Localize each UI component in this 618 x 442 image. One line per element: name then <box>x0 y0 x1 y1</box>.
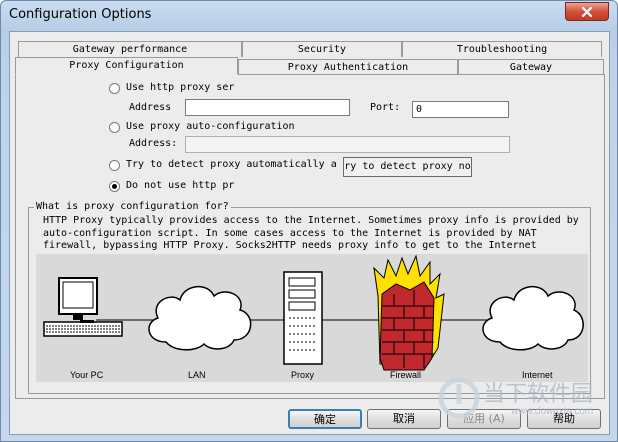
caption-firewall: Firewall <box>390 370 422 380</box>
lan-cloud-icon <box>148 286 252 351</box>
address-input[interactable] <box>185 99 350 116</box>
caption-your-pc: Your PC <box>70 370 104 380</box>
no-proxy-radio[interactable] <box>109 181 120 192</box>
close-button[interactable] <box>565 2 609 21</box>
tab-proxy-authentication[interactable]: Proxy Authentication <box>238 59 458 74</box>
address-label: Address <box>129 102 172 113</box>
auto-config-radio[interactable] <box>109 122 120 133</box>
tab-security[interactable]: Security <box>242 41 402 57</box>
close-icon <box>581 6 593 17</box>
network-diagram: Your PC LAN Proxy Firewall Internet <box>36 254 588 382</box>
watermark-brand: 当下软件园 <box>483 382 594 407</box>
ok-button[interactable]: 确定 <box>288 409 362 429</box>
auto-address-label: Address: <box>129 138 178 149</box>
http-proxy-radio[interactable] <box>109 83 120 94</box>
tab-gateway[interactable]: Gateway <box>458 59 604 74</box>
auto-config-label: Use proxy auto-configuration <box>126 121 295 132</box>
no-proxy-label: Do not use http pr <box>126 180 235 191</box>
tab-gateway-performance[interactable]: Gateway performance <box>18 41 242 57</box>
firewall-icon <box>373 254 445 371</box>
info-description: HTTP Proxy typically provides access to … <box>43 215 588 253</box>
info-group-title: What is proxy configuration for? <box>34 201 231 212</box>
info-line: auto-configuration script. In some cases… <box>43 227 537 239</box>
proxy-server-icon <box>283 271 323 365</box>
dialog-window: Configuration Options Gateway performanc… <box>0 0 618 442</box>
http-proxy-label: Use http proxy ser <box>126 82 235 93</box>
info-line: HTTP Proxy typically provides access to … <box>43 215 579 226</box>
port-input[interactable]: 0 <box>412 101 509 118</box>
caption-lan: LAN <box>188 370 206 380</box>
pc-icon <box>43 277 123 337</box>
detect-proxy-label: Try to detect proxy automatically a <box>126 159 337 170</box>
tab-proxy-configuration[interactable]: Proxy Configuration <box>15 57 238 75</box>
watermark-url: www.downxia.com <box>511 406 594 417</box>
port-label: Port: <box>370 102 401 113</box>
window-title: Configuration Options <box>9 7 152 22</box>
watermark: 当下软件园 www.downxia.com <box>437 374 607 426</box>
detect-proxy-button[interactable]: ry to detect proxy no <box>343 157 472 177</box>
caption-proxy: Proxy <box>291 370 315 380</box>
cancel-button[interactable]: 取消 <box>367 409 441 429</box>
detect-proxy-radio[interactable] <box>109 160 120 171</box>
tab-troubleshooting[interactable]: Troubleshooting <box>402 41 602 57</box>
internet-cloud-icon <box>482 286 584 351</box>
info-line: firewall, bypassing HTTP Proxy. Socks2HT… <box>43 240 537 251</box>
network-diagram-svg <box>43 254 584 371</box>
auto-address-input[interactable] <box>185 136 510 153</box>
